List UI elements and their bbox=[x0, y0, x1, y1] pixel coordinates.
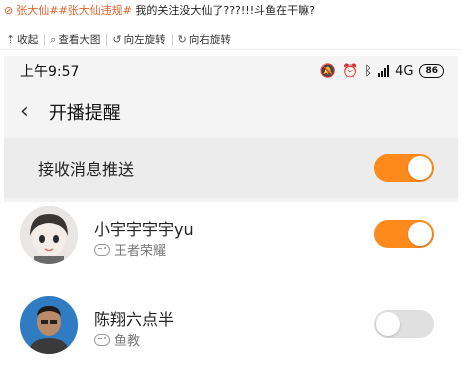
warning-icon: ⊘ bbox=[4, 4, 14, 17]
streamer-name: 陈翔六点半 bbox=[94, 310, 175, 329]
battery-icon: 86 bbox=[419, 64, 444, 78]
toggle-knob bbox=[376, 312, 400, 336]
streamer-category: 王者荣耀 bbox=[94, 240, 166, 259]
collapse-icon: ⇡ bbox=[6, 33, 16, 46]
collapse-label: 收起 bbox=[17, 34, 39, 46]
bluetooth-icon: ᛒ bbox=[364, 63, 373, 79]
status-time: 上午9:57 bbox=[20, 64, 80, 80]
alarm-icon: ⏰ bbox=[342, 63, 359, 79]
view-large-label: 查看大图 bbox=[58, 34, 101, 46]
phone-screenshot: 上午9:57 🔕 ⏰ ᛒ 4G 86 ‹ 开播提醒 接收消息推送 小宇宇宇宇yu… bbox=[4, 56, 458, 375]
view-large-button[interactable]: ⌕ 查看大图 bbox=[44, 31, 106, 49]
rotate-right-button[interactable]: ↻ 向右旋转 bbox=[171, 31, 237, 49]
back-icon[interactable]: ‹ bbox=[20, 101, 29, 123]
search-icon: ⌕ bbox=[50, 32, 57, 46]
nav-bar: ‹ 开播提醒 bbox=[4, 86, 458, 138]
signal-icon bbox=[378, 65, 390, 77]
gamepad-icon bbox=[94, 243, 110, 256]
status-icons: 🔕 ⏰ ᛒ 4G 86 bbox=[320, 64, 444, 79]
image-toolbar: ⇡ 收起 ⌕ 查看大图 ↺ 向左旋转 ↻ 向右旋转 bbox=[0, 30, 462, 50]
receive-push-toggle[interactable] bbox=[374, 154, 434, 182]
streamer-toggle[interactable] bbox=[374, 220, 434, 248]
battery-level: 86 bbox=[425, 66, 438, 76]
avatar[interactable] bbox=[20, 206, 78, 264]
toggle-knob bbox=[408, 222, 432, 246]
network-type: 4G bbox=[395, 63, 414, 79]
hashtag-link[interactable]: 张大仙# bbox=[16, 4, 58, 17]
status-bar: 上午9:57 🔕 ⏰ ᛒ 4G 86 bbox=[4, 56, 458, 86]
list-item: 陈翔六点半 鱼教 bbox=[4, 292, 458, 375]
receive-push-row: 接收消息推送 bbox=[4, 138, 458, 198]
mute-icon: 🔕 bbox=[319, 63, 337, 79]
streamer-toggle[interactable] bbox=[374, 310, 434, 338]
streamer-list: 小宇宇宇宇yu 王者荣耀 陈翔六点半 鱼教 bbox=[4, 202, 458, 375]
hashtag-link[interactable]: #张大仙违规# bbox=[58, 4, 131, 17]
rotate-left-icon: ↺ bbox=[112, 33, 122, 46]
rotate-right-label: 向右旋转 bbox=[188, 34, 231, 46]
streamer-name: 小宇宇宇宇yu bbox=[94, 220, 194, 239]
page-title: 开播提醒 bbox=[48, 103, 121, 124]
avatar[interactable] bbox=[20, 296, 78, 354]
rotate-left-button[interactable]: ↺ 向左旋转 bbox=[106, 31, 171, 49]
post-caption: ⊘ 张大仙##张大仙违规# 我的关注没大仙了???!!!斗鱼在干嘛? bbox=[0, 0, 462, 22]
category-label: 鱼教 bbox=[114, 334, 141, 349]
rotate-right-icon: ↻ bbox=[177, 33, 187, 46]
gamepad-icon bbox=[94, 333, 110, 346]
collapse-button[interactable]: ⇡ 收起 bbox=[0, 31, 44, 49]
receive-push-label: 接收消息推送 bbox=[38, 160, 135, 179]
post-text: 我的关注没大仙了???!!!斗鱼在干嘛? bbox=[131, 4, 315, 17]
streamer-category: 鱼教 bbox=[94, 330, 140, 349]
rotate-left-label: 向左旋转 bbox=[123, 34, 166, 46]
category-label: 王者荣耀 bbox=[114, 244, 167, 259]
toggle-knob bbox=[408, 156, 432, 180]
list-item: 小宇宇宇宇yu 王者荣耀 bbox=[4, 202, 458, 292]
